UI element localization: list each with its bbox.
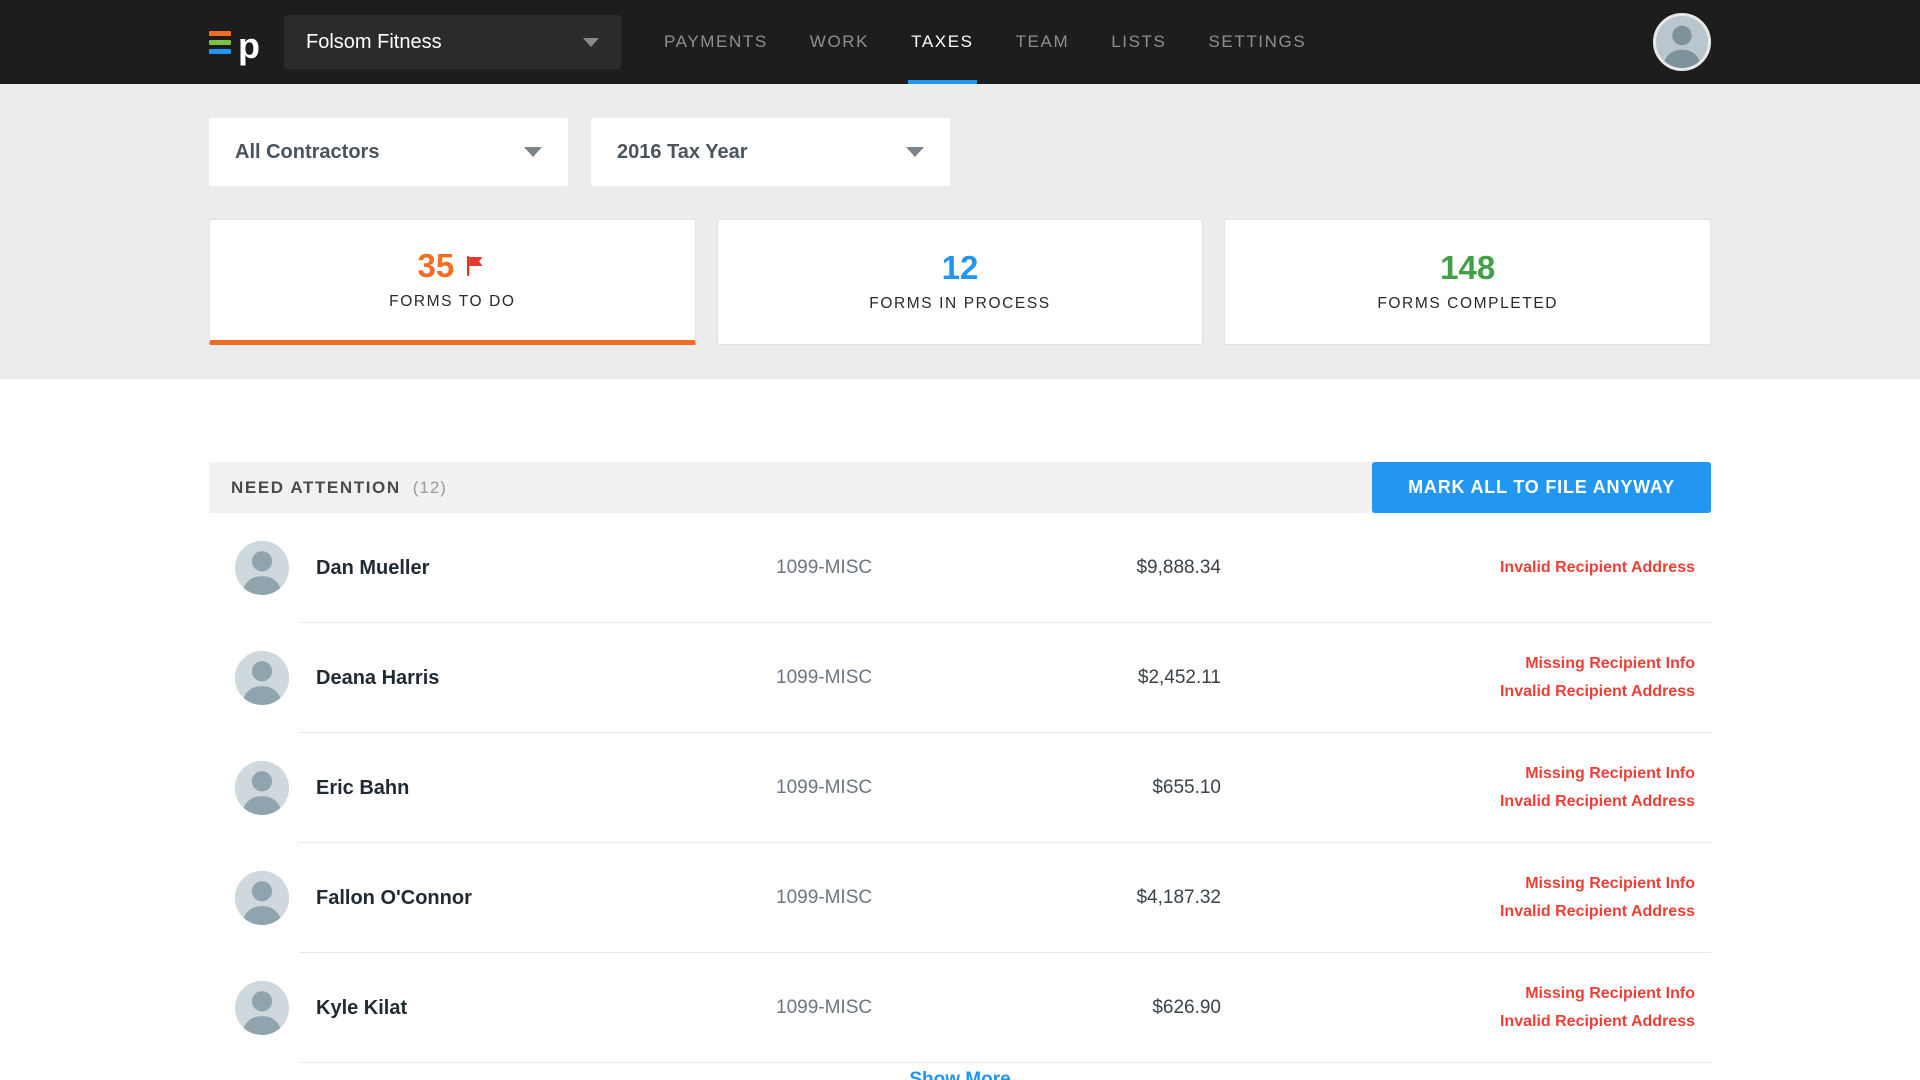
forms-completed-label: FORMS COMPLETED bbox=[1377, 295, 1558, 313]
need-attention-count: (12) bbox=[413, 478, 447, 498]
need-attention-title: NEED ATTENTION bbox=[231, 478, 401, 498]
contractor-name: Deana Harris bbox=[316, 667, 776, 690]
issue-list: Invalid Recipient Address bbox=[1221, 554, 1711, 582]
nav-item-settings[interactable]: SETTINGS bbox=[1187, 0, 1327, 84]
issue-text: Missing Recipient Info bbox=[1221, 870, 1695, 898]
nav-item-taxes[interactable]: TAXES bbox=[890, 0, 994, 84]
issue-text: Invalid Recipient Address bbox=[1221, 1008, 1695, 1036]
contractor-row[interactable]: Eric Bahn 1099-MISC $655.10 Missing Reci… bbox=[209, 733, 1711, 843]
form-amount: $655.10 bbox=[1006, 777, 1221, 799]
stat-card-forms-in-process[interactable]: 12 FORMS IN PROCESS bbox=[717, 219, 1204, 345]
contractor-row[interactable]: Dan Mueller 1099-MISC $9,888.34 Invalid … bbox=[209, 513, 1711, 623]
form-amount: $9,888.34 bbox=[1006, 557, 1221, 579]
nav-item-work[interactable]: WORK bbox=[789, 0, 890, 84]
person-icon bbox=[235, 981, 289, 1035]
contractor-name: Dan Mueller bbox=[316, 557, 776, 580]
form-type: 1099-MISC bbox=[776, 557, 1006, 579]
chevron-down-icon bbox=[906, 147, 924, 157]
avatar bbox=[235, 871, 289, 925]
navbar-inner: p Folsom Fitness PAYMENTS WORK TAXES TEA… bbox=[209, 0, 1711, 84]
issue-list: Missing Recipient Info Invalid Recipient… bbox=[1221, 760, 1711, 816]
filters-stats-band: All Contractors 2016 Tax Year 35 FORMS T… bbox=[0, 84, 1920, 379]
person-icon bbox=[235, 541, 289, 595]
need-attention-section: NEED ATTENTION (12) MARK ALL TO FILE ANY… bbox=[209, 462, 1711, 1080]
contractor-row[interactable]: Deana Harris 1099-MISC $2,452.11 Missing… bbox=[209, 623, 1711, 733]
need-attention-header: NEED ATTENTION (12) MARK ALL TO FILE ANY… bbox=[209, 462, 1711, 513]
nav-links: PAYMENTS WORK TAXES TEAM LISTS SETTINGS bbox=[643, 0, 1327, 84]
forms-to-do-count: 35 bbox=[417, 249, 454, 282]
avatar bbox=[235, 651, 289, 705]
form-type: 1099-MISC bbox=[776, 887, 1006, 909]
issue-text: Missing Recipient Info bbox=[1221, 760, 1695, 788]
user-avatar[interactable] bbox=[1653, 13, 1711, 71]
logo-letter: p bbox=[238, 28, 260, 64]
contractor-row[interactable]: Kyle Kilat 1099-MISC $626.90 Missing Rec… bbox=[209, 953, 1711, 1063]
flag-icon bbox=[463, 254, 487, 278]
filter-row: All Contractors 2016 Tax Year bbox=[209, 118, 1711, 186]
issue-text: Invalid Recipient Address bbox=[1221, 554, 1695, 582]
issue-text: Missing Recipient Info bbox=[1221, 980, 1695, 1008]
form-type: 1099-MISC bbox=[776, 997, 1006, 1019]
app-logo[interactable]: p bbox=[209, 24, 260, 60]
form-amount: $2,452.11 bbox=[1006, 667, 1221, 689]
forms-in-process-label: FORMS IN PROCESS bbox=[869, 295, 1050, 313]
avatar bbox=[235, 761, 289, 815]
stat-card-forms-completed[interactable]: 148 FORMS COMPLETED bbox=[1224, 219, 1711, 345]
forms-to-do-label: FORMS TO DO bbox=[389, 293, 515, 311]
nav-item-lists[interactable]: LISTS bbox=[1090, 0, 1187, 84]
form-type: 1099-MISC bbox=[776, 667, 1006, 689]
forms-in-process-count: 12 bbox=[942, 251, 979, 284]
logo-bars-icon bbox=[209, 31, 231, 54]
company-selector[interactable]: Folsom Fitness bbox=[284, 15, 621, 69]
issue-list: Missing Recipient Info Invalid Recipient… bbox=[1221, 870, 1711, 926]
person-icon bbox=[1656, 16, 1708, 68]
chevron-down-icon bbox=[583, 38, 599, 47]
nav-item-payments[interactable]: PAYMENTS bbox=[643, 0, 789, 84]
forms-completed-count: 148 bbox=[1440, 251, 1495, 284]
issue-text: Invalid Recipient Address bbox=[1221, 898, 1695, 926]
form-amount: $626.90 bbox=[1006, 997, 1221, 1019]
nav-item-team[interactable]: TEAM bbox=[995, 0, 1091, 84]
form-amount: $4,187.32 bbox=[1006, 887, 1221, 909]
top-navbar: p Folsom Fitness PAYMENTS WORK TAXES TEA… bbox=[0, 0, 1920, 84]
contractor-filter-dropdown[interactable]: All Contractors bbox=[209, 118, 568, 186]
mark-all-to-file-button[interactable]: MARK ALL TO FILE ANYWAY bbox=[1372, 462, 1711, 513]
issue-text: Missing Recipient Info bbox=[1221, 650, 1695, 678]
form-type: 1099-MISC bbox=[776, 777, 1006, 799]
stat-card-forms-to-do[interactable]: 35 FORMS TO DO bbox=[209, 219, 696, 345]
issue-text: Invalid Recipient Address bbox=[1221, 678, 1695, 706]
stats-row: 35 FORMS TO DO 12 FORMS IN PROCESS 148 bbox=[209, 219, 1711, 345]
person-icon bbox=[235, 871, 289, 925]
chevron-down-icon bbox=[524, 147, 542, 157]
contractor-row[interactable]: Fallon O'Connor 1099-MISC $4,187.32 Miss… bbox=[209, 843, 1711, 953]
contractor-filter-value: All Contractors bbox=[235, 141, 379, 164]
issue-text: Invalid Recipient Address bbox=[1221, 788, 1695, 816]
avatar bbox=[235, 541, 289, 595]
avatar bbox=[235, 981, 289, 1035]
tax-year-filter-value: 2016 Tax Year bbox=[617, 141, 748, 164]
show-more-link[interactable]: Show More bbox=[209, 1063, 1711, 1080]
issue-list: Missing Recipient Info Invalid Recipient… bbox=[1221, 980, 1711, 1036]
tax-year-filter-dropdown[interactable]: 2016 Tax Year bbox=[591, 118, 950, 186]
contractor-name: Kyle Kilat bbox=[316, 997, 776, 1020]
person-icon bbox=[235, 761, 289, 815]
contractor-name: Eric Bahn bbox=[316, 777, 776, 800]
issue-list: Missing Recipient Info Invalid Recipient… bbox=[1221, 650, 1711, 706]
person-icon bbox=[235, 651, 289, 705]
contractor-name: Fallon O'Connor bbox=[316, 887, 776, 910]
company-selector-value: Folsom Fitness bbox=[306, 31, 442, 54]
